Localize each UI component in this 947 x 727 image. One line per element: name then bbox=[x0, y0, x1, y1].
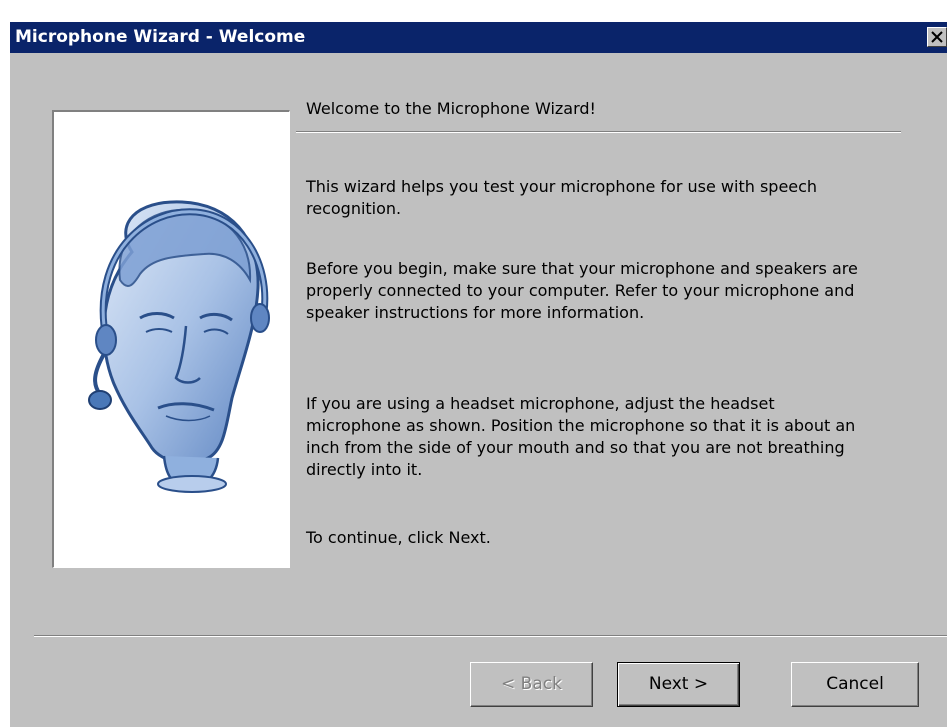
continue-instruction: To continue, click Next. bbox=[306, 528, 491, 547]
window-title: Microphone Wizard - Welcome bbox=[15, 27, 306, 47]
footer-divider bbox=[34, 635, 947, 637]
illustration-panel bbox=[52, 110, 290, 568]
back-button[interactable]: < Back bbox=[470, 662, 593, 707]
headset-head-illustration bbox=[88, 200, 270, 493]
close-button[interactable] bbox=[927, 27, 947, 47]
intro-paragraph: This wizard helps you test your micropho… bbox=[306, 177, 818, 218]
cancel-button[interactable]: Cancel bbox=[791, 662, 919, 707]
close-icon bbox=[931, 31, 943, 43]
dialog-window: Microphone Wizard - Welcome Welcome to t… bbox=[10, 22, 947, 727]
header-divider bbox=[296, 131, 901, 133]
setup-paragraph: Before you begin, make sure that your mi… bbox=[306, 259, 858, 322]
title-bar[interactable]: Microphone Wizard - Welcome bbox=[10, 22, 947, 53]
headset-paragraph: If you are using a headset microphone, a… bbox=[306, 394, 856, 479]
next-button[interactable]: Next > bbox=[617, 662, 740, 707]
wizard-header: Welcome to the Microphone Wizard! bbox=[306, 99, 596, 118]
